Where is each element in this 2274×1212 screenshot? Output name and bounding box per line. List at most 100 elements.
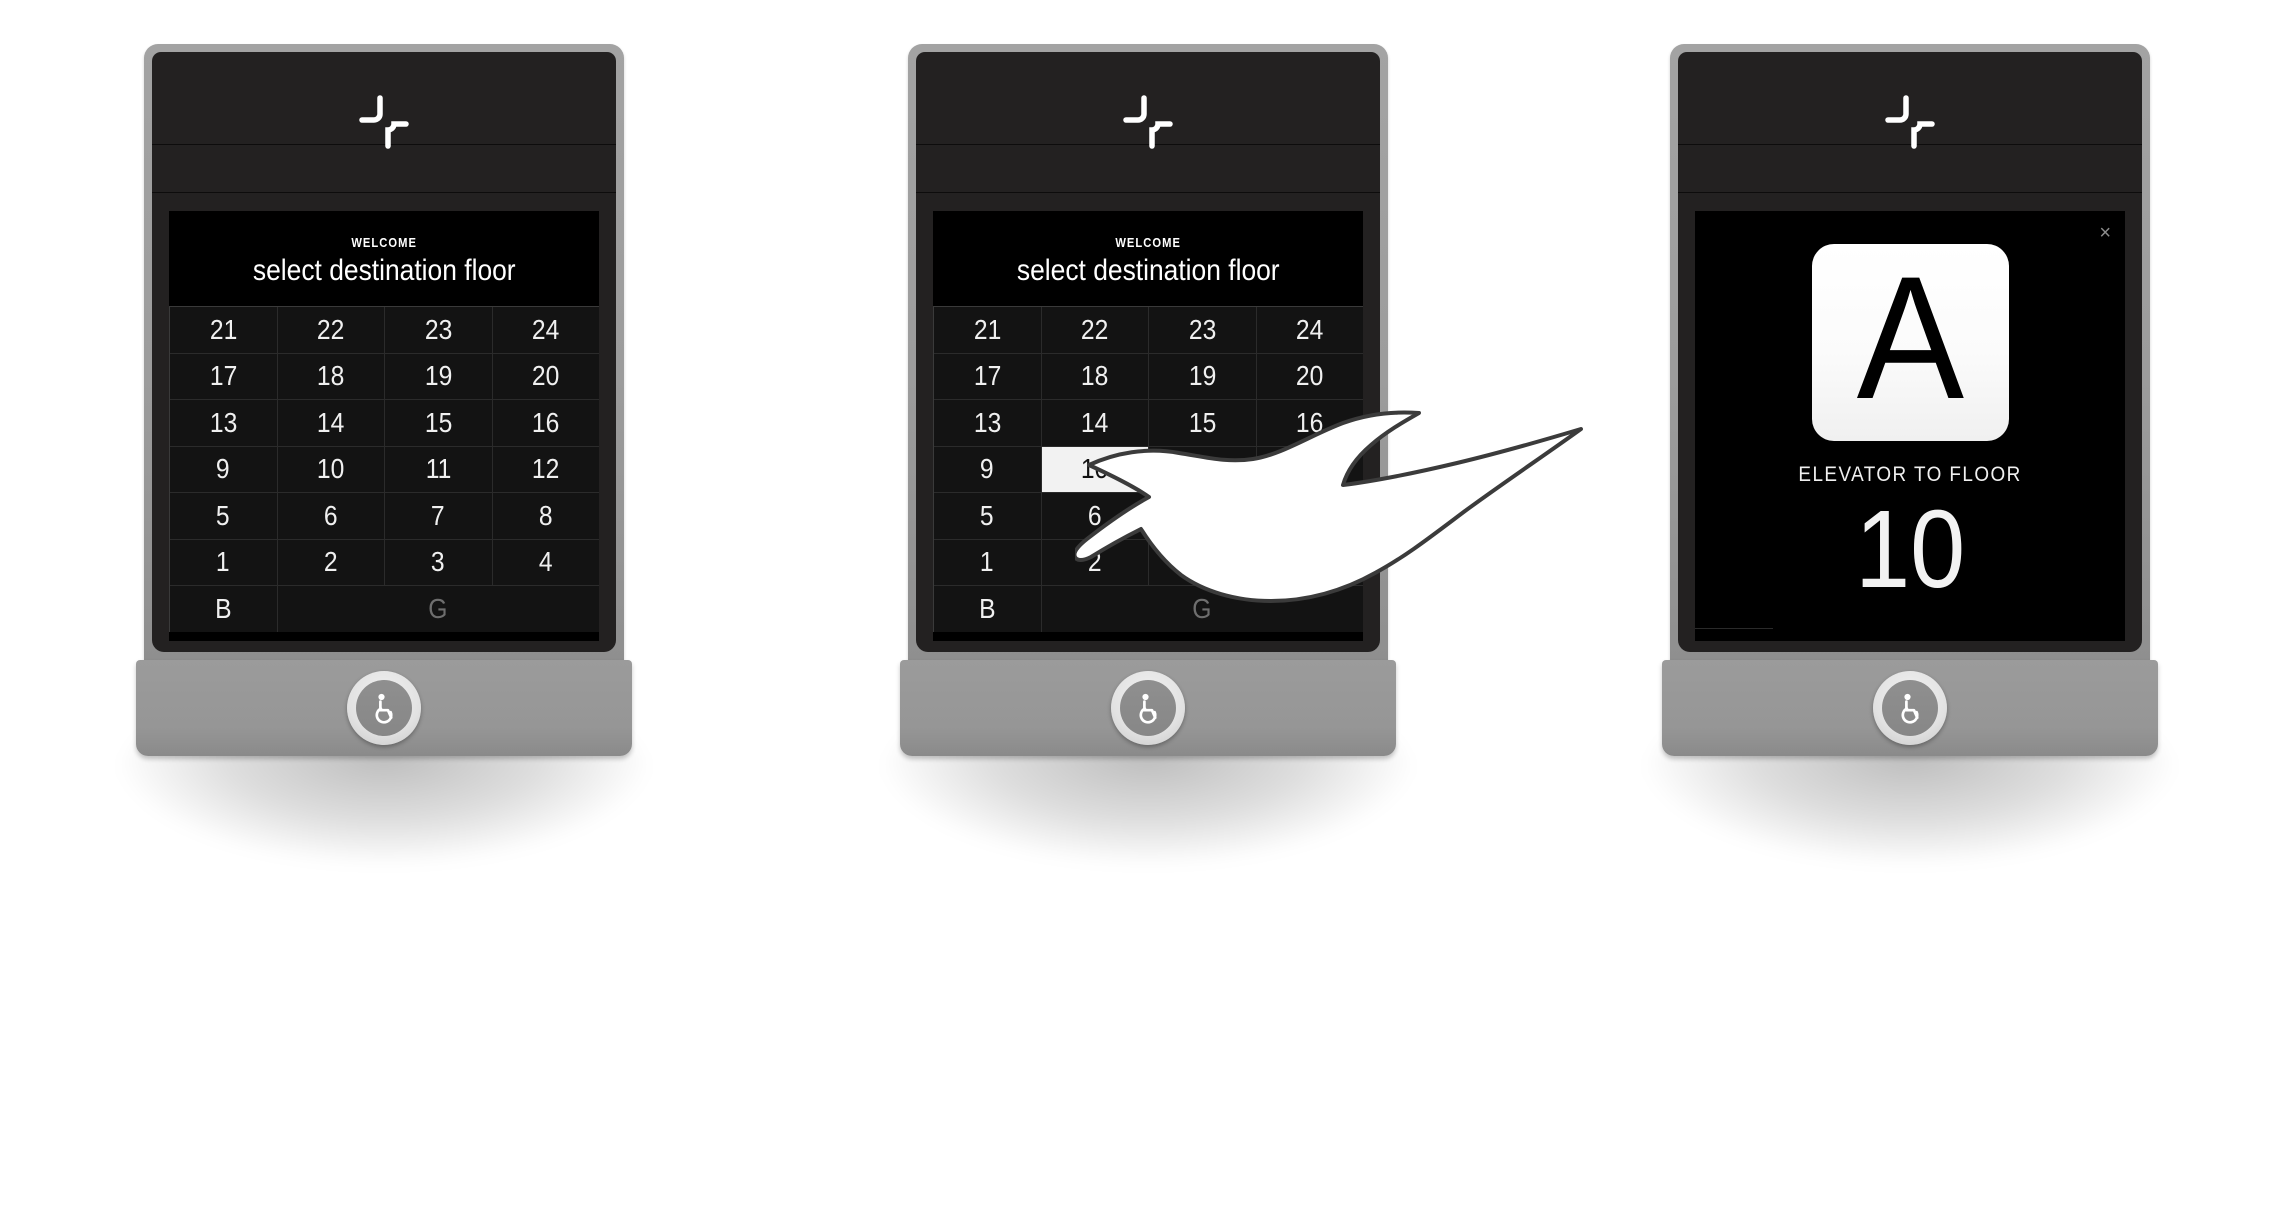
floor-key-1[interactable]: 1 — [170, 539, 277, 585]
floor-key-basement[interactable]: B — [934, 586, 1041, 632]
floor-key-label: 1 — [216, 546, 231, 578]
floor-key-13[interactable]: 13 — [170, 400, 277, 446]
floor-key-label: 17 — [973, 360, 1001, 392]
floor-key-8[interactable]: 8 — [492, 493, 599, 539]
floor-key-label: 10 — [317, 453, 345, 485]
confirmation-divider — [1695, 628, 1773, 629]
screen-wrap: WELCOME select destination floor 21 22 2… — [152, 193, 616, 651]
floor-key-16[interactable]: 16 — [1256, 400, 1363, 446]
floor-key-22[interactable]: 22 — [277, 307, 384, 353]
floor-key-label: 5 — [216, 499, 231, 531]
welcome-header: WELCOME select destination floor — [933, 211, 1363, 306]
floor-key-4[interactable]: 4 — [1256, 539, 1363, 585]
floor-key-label: 15 — [424, 406, 452, 438]
floor-key-label: 21 — [209, 313, 237, 345]
floor-key-label: 22 — [1081, 313, 1109, 345]
floor-key-label: 18 — [317, 360, 345, 392]
floor-key-5[interactable]: 5 — [170, 493, 277, 539]
floor-key-label: 6 — [323, 499, 338, 531]
floor-key-2[interactable]: 2 — [1041, 539, 1148, 585]
confirmation-view: × A ELEVATOR TO FLOOR 10 — [1695, 211, 2125, 641]
floor-key-7[interactable]: 7 — [1149, 493, 1256, 539]
floor-key-8[interactable]: 8 — [1256, 493, 1363, 539]
floor-key-11[interactable]: 11 — [1149, 446, 1256, 492]
floor-key-14[interactable]: 14 — [277, 400, 384, 446]
floor-key-11[interactable]: 11 — [385, 446, 492, 492]
floor-key-18[interactable]: 18 — [1041, 353, 1148, 399]
floor-key-15[interactable]: 15 — [1149, 400, 1256, 446]
elevator-car-tile: A — [1811, 244, 2009, 441]
floor-key-20[interactable]: 20 — [492, 353, 599, 399]
floor-key-10-selected[interactable]: 10 — [1041, 446, 1148, 492]
floor-key-label: 6 — [1087, 499, 1102, 531]
accessibility-button-inner — [356, 680, 412, 736]
floor-key-4[interactable]: 4 — [492, 539, 599, 585]
elevator-panel-scene: WELCOME select destination floor 21 22 2… — [0, 0, 2274, 1212]
logo-band — [152, 52, 616, 149]
floor-key-12[interactable]: 12 — [492, 446, 599, 492]
floor-key-label: 18 — [1081, 360, 1109, 392]
floor-key-label: 20 — [1296, 360, 1324, 392]
close-icon[interactable]: × — [2099, 223, 2111, 243]
floor-key-3[interactable]: 3 — [1149, 539, 1256, 585]
floor-key-10[interactable]: 10 — [277, 446, 384, 492]
floor-key-label: 23 — [1188, 313, 1216, 345]
touch-screen[interactable]: WELCOME select destination floor 21 22 2… — [933, 211, 1363, 641]
floor-key-label: 24 — [1296, 313, 1324, 345]
floor-key-2[interactable]: 2 — [277, 539, 384, 585]
floor-key-24[interactable]: 24 — [492, 307, 599, 353]
floor-key-14[interactable]: 14 — [1041, 400, 1148, 446]
floor-key-23[interactable]: 23 — [1149, 307, 1256, 353]
floor-key-3[interactable]: 3 — [385, 539, 492, 585]
logo-band — [1678, 52, 2142, 149]
floor-key-24[interactable]: 24 — [1256, 307, 1363, 353]
floor-key-6[interactable]: 6 — [277, 493, 384, 539]
floor-key-21[interactable]: 21 — [170, 307, 277, 353]
floor-key-21[interactable]: 21 — [934, 307, 1041, 353]
floor-key-16[interactable]: 16 — [492, 400, 599, 446]
floor-key-17[interactable]: 17 — [170, 353, 277, 399]
accessibility-button[interactable] — [347, 671, 421, 745]
floor-key-label: 1 — [980, 546, 995, 578]
floor-key-9[interactable]: 9 — [934, 446, 1041, 492]
floor-key-12[interactable]: 12 — [1256, 446, 1363, 492]
floor-key-6[interactable]: 6 — [1041, 493, 1148, 539]
floor-key-label: 7 — [1195, 499, 1210, 531]
floor-key-1[interactable]: 1 — [934, 539, 1041, 585]
touch-screen[interactable]: WELCOME select destination floor 21 22 2… — [169, 211, 599, 641]
floor-key-5[interactable]: 5 — [934, 493, 1041, 539]
floor-key-17[interactable]: 17 — [934, 353, 1041, 399]
floor-key-22[interactable]: 22 — [1041, 307, 1148, 353]
floor-key-7[interactable]: 7 — [385, 493, 492, 539]
floor-key-label: 21 — [973, 313, 1001, 345]
floor-key-20[interactable]: 20 — [1256, 353, 1363, 399]
screen-wrap: × A ELEVATOR TO FLOOR 10 — [1678, 193, 2142, 651]
accessibility-button[interactable] — [1111, 671, 1185, 745]
floor-key-13[interactable]: 13 — [934, 400, 1041, 446]
floor-key-label: 14 — [317, 406, 345, 438]
pinwheel-logo-icon — [1123, 95, 1173, 149]
floor-key-label: 17 — [209, 360, 237, 392]
touch-screen[interactable]: × A ELEVATOR TO FLOOR 10 — [1695, 211, 2125, 641]
accessibility-button[interactable] — [1873, 671, 1947, 745]
floor-key-23[interactable]: 23 — [385, 307, 492, 353]
floor-key-label: 2 — [1087, 546, 1102, 578]
floor-key-label: 9 — [980, 453, 995, 485]
floor-key-18[interactable]: 18 — [277, 353, 384, 399]
floor-key-9[interactable]: 9 — [170, 446, 277, 492]
floor-key-label: 24 — [532, 313, 560, 345]
device-body: WELCOME select destination floor 21 22 2… — [152, 52, 616, 652]
floor-key-19[interactable]: 19 — [1149, 353, 1256, 399]
welcome-eyebrow: WELCOME — [1115, 235, 1181, 251]
device-body: WELCOME select destination floor 21 22 2… — [916, 52, 1380, 652]
floor-key-label: 3 — [431, 546, 446, 578]
floor-key-label: 15 — [1188, 406, 1216, 438]
floor-key-basement[interactable]: B — [170, 586, 277, 632]
floor-key-15[interactable]: 15 — [385, 400, 492, 446]
wheelchair-icon — [1139, 693, 1157, 724]
floor-key-label: 23 — [424, 313, 452, 345]
floor-key-label: 5 — [980, 499, 995, 531]
floor-key-19[interactable]: 19 — [385, 353, 492, 399]
floor-key-label: 20 — [532, 360, 560, 392]
floor-key-label: 8 — [1302, 499, 1317, 531]
